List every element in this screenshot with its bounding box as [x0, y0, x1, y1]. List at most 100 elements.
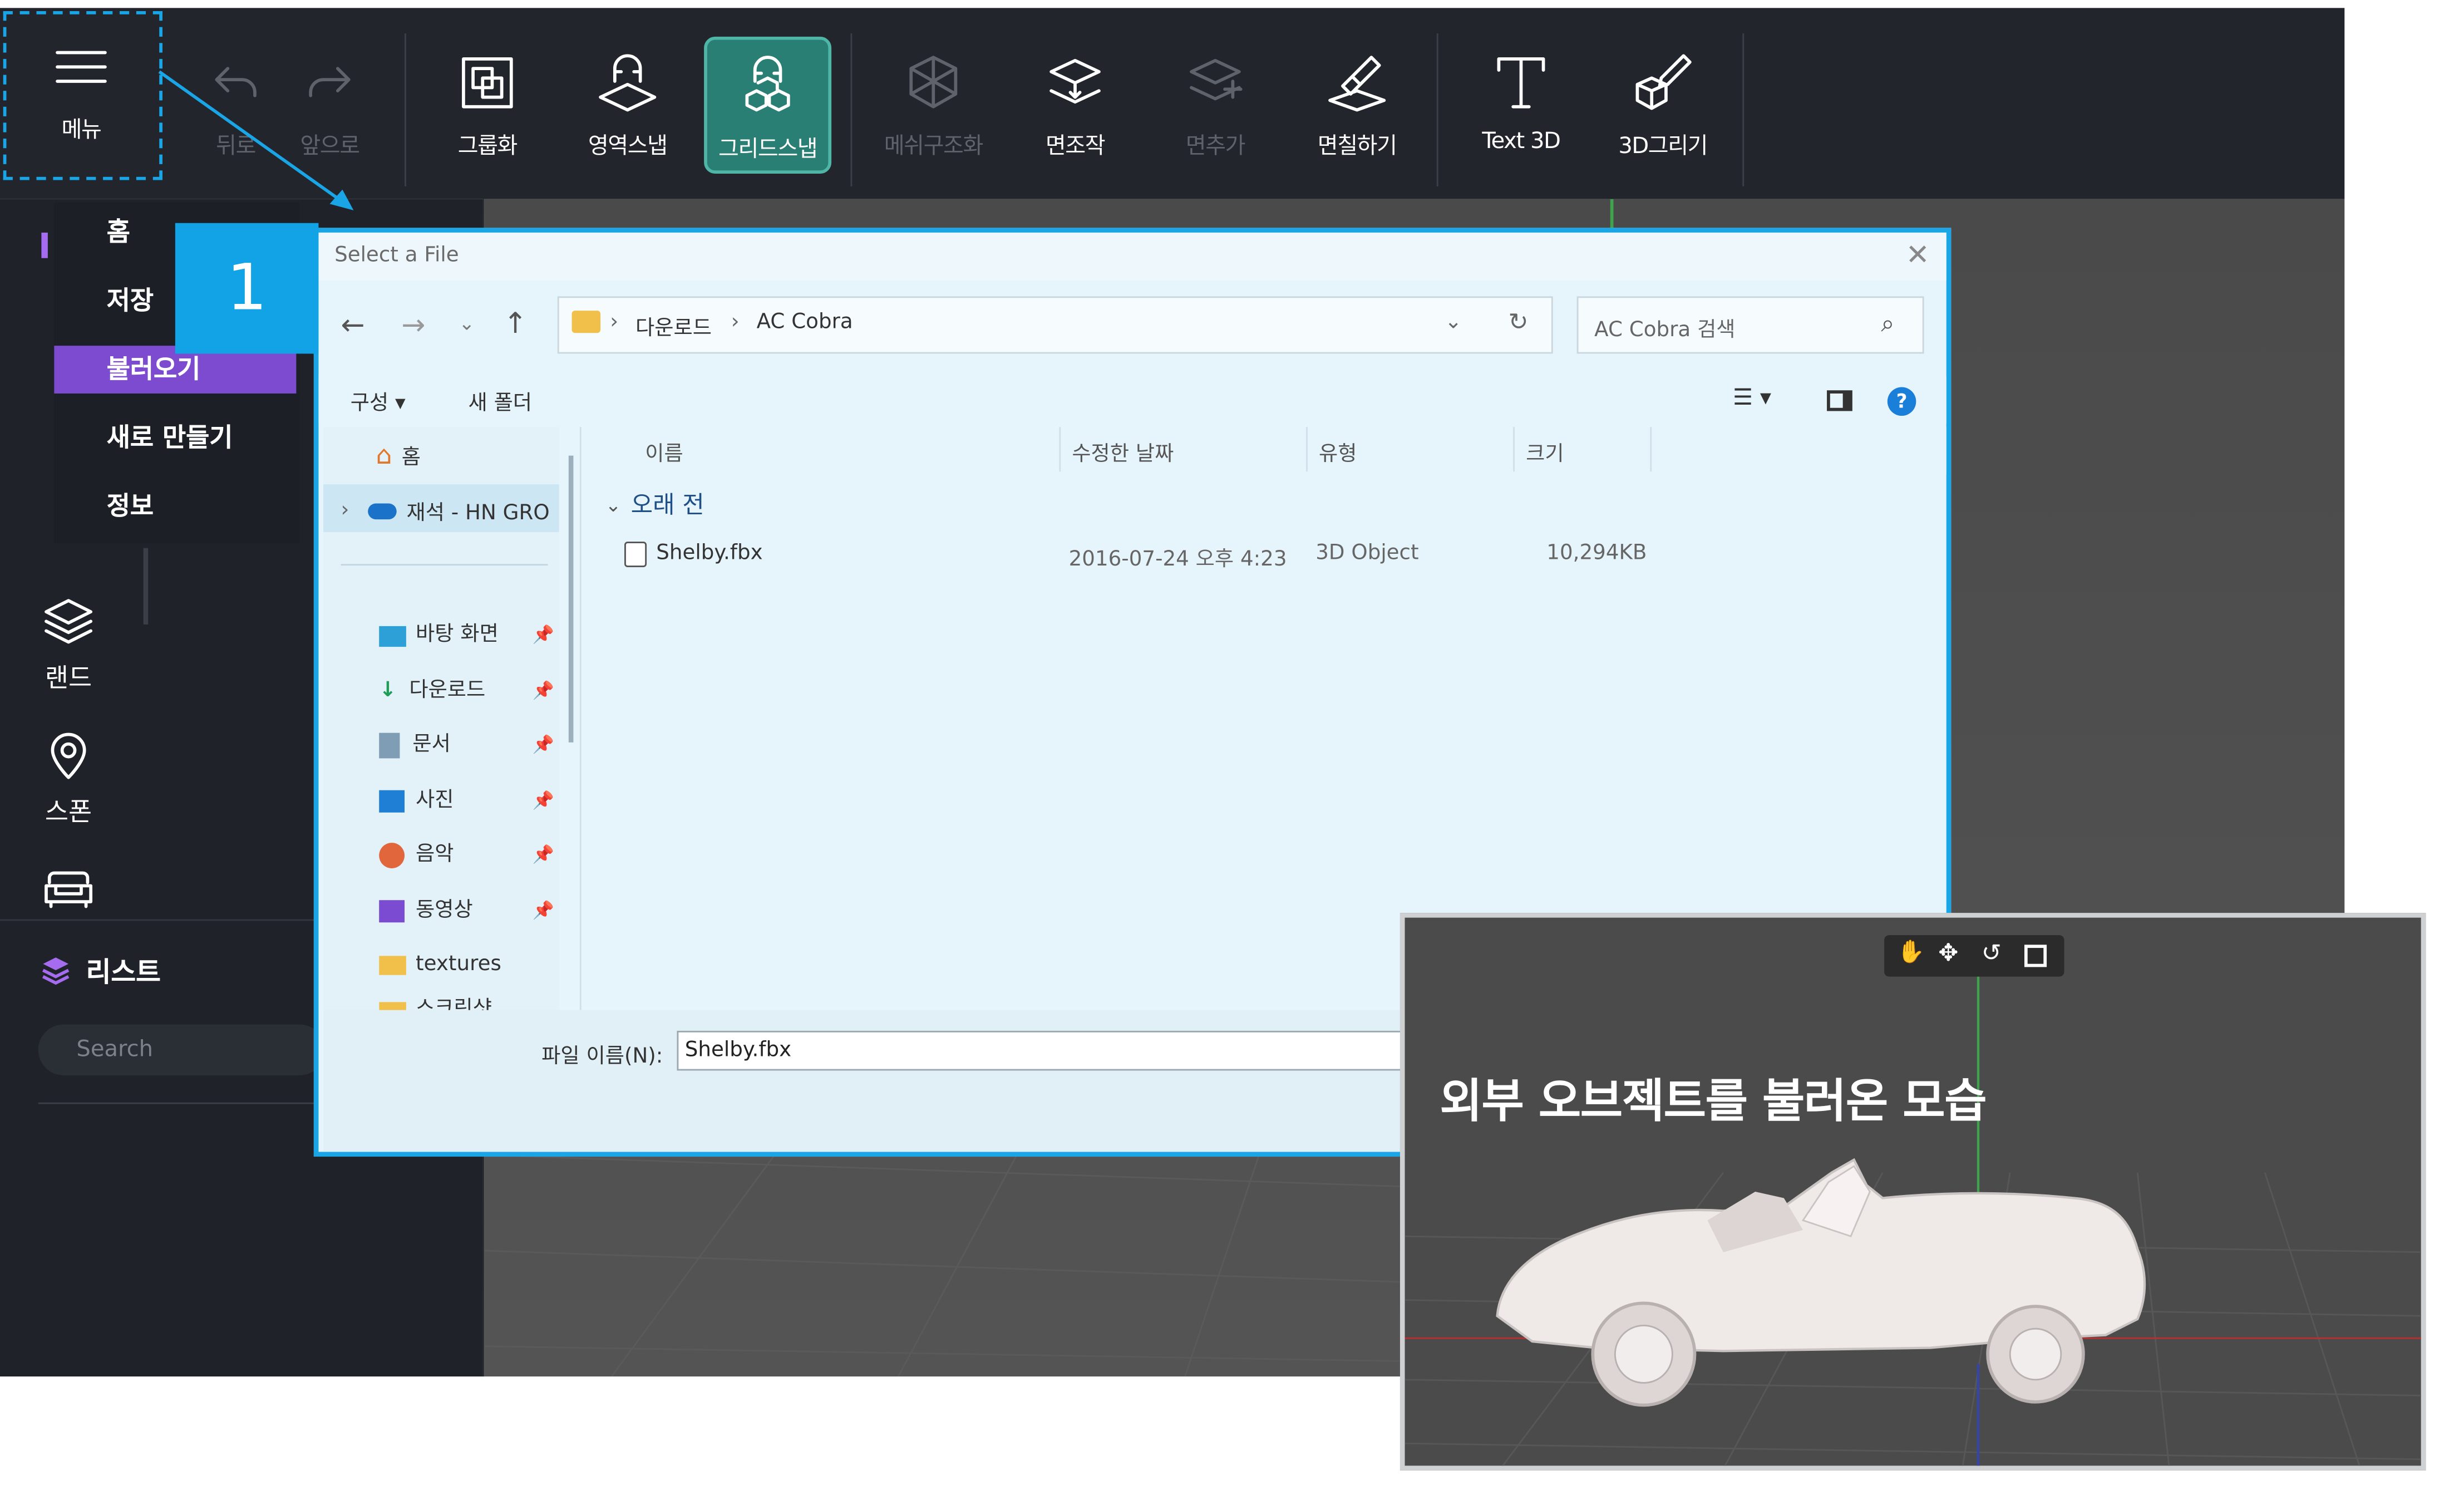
chevron-down-icon[interactable]: ⌄	[459, 312, 475, 335]
grid-snap-button[interactable]: 그리드스냅	[704, 36, 832, 174]
text3d-label: Text 3D	[1482, 129, 1561, 155]
layers-icon	[45, 599, 93, 644]
pin-icon[interactable]: 📌	[533, 608, 554, 663]
menu-item-info[interactable]: 정보	[54, 483, 296, 530]
group-header-label: 오래 전	[630, 490, 704, 520]
column-type[interactable]: 유형	[1319, 436, 1357, 467]
magnet-cubes-icon	[745, 56, 790, 112]
help-icon[interactable]: ?	[1887, 387, 1916, 416]
nav-home-label: 홈	[401, 446, 421, 470]
pin-icon[interactable]: 📌	[533, 663, 554, 719]
toolbar-divider	[1742, 33, 1744, 186]
nav-scrollbar[interactable]	[568, 455, 574, 742]
organize-button[interactable]: 구성 ▾	[351, 386, 406, 416]
dialog-title: Select a File	[334, 243, 459, 268]
column-divider	[1306, 427, 1308, 472]
preview-pane-icon[interactable]	[1827, 390, 1852, 411]
divider	[341, 564, 548, 566]
file-date: 2016-07-24 오후 4:23	[1068, 548, 1287, 572]
scale-icon[interactable]	[2024, 945, 2047, 967]
breadcrumb-separator: ›	[610, 311, 619, 335]
sidebar-accent	[41, 232, 48, 258]
nav-onedrive-row: › 재석 - HN GRO	[341, 495, 550, 526]
rotate-icon[interactable]: ↺	[1982, 938, 2002, 967]
back-arrow-icon[interactable]: ←	[341, 309, 365, 342]
inset-scene	[1405, 965, 2421, 1466]
chevron-down-icon[interactable]: ⌄	[1445, 311, 1462, 335]
mesh-structure-button[interactable]: 메쉬구조화	[870, 37, 997, 174]
home-icon: ⌂	[376, 439, 392, 470]
text3d-button[interactable]: Text 3D	[1457, 37, 1585, 174]
face-edit-icon	[1049, 58, 1101, 104]
menu-item-label: 정보	[106, 490, 154, 521]
up-arrow-icon[interactable]: ↑	[503, 307, 527, 341]
gizmo-toolbar: ✋ ✥ ↺	[1884, 935, 2064, 977]
move-icon[interactable]: ✥	[1938, 938, 1958, 967]
area-snap-button[interactable]: 영역스냅	[564, 37, 691, 174]
pin-icon[interactable]: 📌	[533, 883, 554, 938]
pane-divider	[579, 427, 581, 1010]
video-icon	[379, 899, 405, 922]
nav-item-music[interactable]: 음악 📌	[379, 828, 554, 883]
address-bar[interactable]: › 다운로드 › AC Cobra ⌄ ↻	[557, 296, 1553, 354]
column-header-row	[586, 427, 1946, 475]
scroll-indicator	[143, 548, 149, 625]
forward-arrow-icon[interactable]: →	[401, 309, 425, 342]
dialog-titlebar: Select a File	[318, 232, 1946, 281]
sidebar-item-furniture[interactable]	[13, 860, 124, 924]
sidebar-item-spawn[interactable]: 스폰	[13, 726, 124, 828]
column-date[interactable]: 수정한 날짜	[1072, 436, 1174, 467]
pin-icon[interactable]: 📌	[533, 828, 554, 883]
list-search-input[interactable]: Search	[38, 1024, 325, 1076]
column-name[interactable]: 이름	[645, 436, 683, 467]
nav-item-downloads[interactable]: ↓ 다운로드 📌	[379, 663, 554, 719]
face-paint-label: 면칠하기	[1317, 134, 1397, 160]
group-header[interactable]: ⌄ 오래 전	[605, 488, 704, 521]
search-input[interactable]: AC Cobra 검색 ⌕	[1576, 296, 1924, 354]
group-button[interactable]: 그룹화	[423, 37, 551, 174]
nav-item-home[interactable]: ⌂ 홈	[376, 440, 421, 470]
nav-item-textures[interactable]: textures	[379, 938, 554, 994]
close-icon[interactable]: ✕	[1900, 239, 1935, 274]
sidebar-item-land[interactable]: 랜드	[13, 593, 124, 695]
nav-item-pictures[interactable]: 사진 📌	[379, 774, 554, 829]
view-options-icon[interactable]: ☰ ▾	[1733, 386, 1771, 411]
breadcrumb-item[interactable]: 다운로드	[635, 311, 712, 341]
column-divider	[1650, 427, 1652, 472]
menu-highlight	[3, 11, 162, 180]
menu-item-new[interactable]: 새로 만들기	[54, 414, 296, 462]
pin-icon[interactable]: 📌	[533, 774, 554, 829]
face-edit-button[interactable]: 면조작	[1012, 37, 1139, 174]
nav-item-videos[interactable]: 동영상 📌	[379, 883, 554, 938]
download-icon: ↓	[379, 677, 397, 702]
column-size[interactable]: 크기	[1526, 436, 1564, 467]
area-snap-icon	[599, 54, 657, 112]
breadcrumb-item[interactable]: AC Cobra	[757, 311, 853, 335]
new-folder-button[interactable]: 새 폴더	[469, 386, 533, 416]
file-type: 3D Object	[1315, 542, 1419, 566]
music-icon	[379, 843, 405, 869]
hand-icon[interactable]: ✋	[1897, 940, 1925, 966]
search-placeholder: Search	[76, 1037, 154, 1063]
stack-icon	[42, 956, 70, 984]
pin-icon[interactable]: 📌	[533, 719, 554, 774]
quick-access-list: 바탕 화면 📌 ↓ 다운로드 📌 문서 📌 사진 📌 음악 📌 동영상 📌 textures …	[379, 608, 554, 1028]
cloud-icon	[368, 503, 397, 519]
pencil-cube-icon	[1635, 54, 1692, 110]
nav-onedrive-label: 재석 - HN GRO	[406, 501, 550, 526]
face-edit-label: 면조작	[1045, 134, 1106, 160]
face-add-button[interactable]: 면추가	[1151, 37, 1279, 174]
draw3d-label: 3D그리기	[1618, 134, 1708, 160]
face-paint-button[interactable]: 면칠하기	[1293, 37, 1421, 174]
nav-item-desktop[interactable]: 바탕 화면 📌	[379, 608, 554, 663]
draw3d-button[interactable]: 3D그리기	[1599, 37, 1727, 174]
menu-item-label: 불러오기	[106, 353, 201, 384]
sidebar-land-label: 랜드	[45, 662, 92, 694]
nav-item-documents[interactable]: 문서 📌	[379, 719, 554, 774]
chevron-right-icon[interactable]: ›	[341, 499, 349, 523]
refresh-icon[interactable]: ↻	[1509, 307, 1529, 336]
table-row[interactable]: Shelby.fbx 2016-07-24 오후 4:23 3D Object …	[621, 535, 1672, 574]
column-divider	[1513, 427, 1515, 472]
face-add-label: 면추가	[1185, 134, 1246, 160]
breadcrumb-separator: ›	[731, 311, 740, 335]
